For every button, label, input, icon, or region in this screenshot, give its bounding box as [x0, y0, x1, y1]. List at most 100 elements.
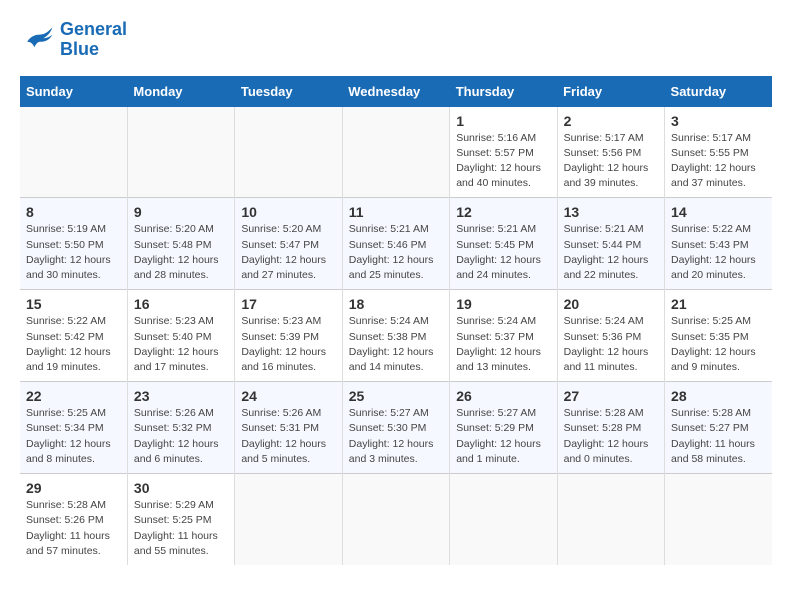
day-info: Sunrise: 5:24 AMSunset: 5:38 PMDaylight:… — [349, 314, 443, 375]
calendar-week-row: 22 Sunrise: 5:25 AMSunset: 5:34 PMDaylig… — [20, 382, 772, 474]
day-cell: 14 Sunrise: 5:22 AMSunset: 5:43 PMDaylig… — [665, 198, 772, 290]
day-number: 9 — [134, 204, 228, 220]
day-cell: 8 Sunrise: 5:19 AMSunset: 5:50 PMDayligh… — [20, 198, 127, 290]
calendar-week-row: 29 Sunrise: 5:28 AMSunset: 5:26 PMDaylig… — [20, 474, 772, 565]
calendar-table: SundayMondayTuesdayWednesdayThursdayFrid… — [20, 76, 772, 565]
empty-day-cell — [235, 474, 342, 565]
day-number: 8 — [26, 204, 121, 220]
day-info: Sunrise: 5:22 AMSunset: 5:42 PMDaylight:… — [26, 314, 121, 375]
day-info: Sunrise: 5:25 AMSunset: 5:35 PMDaylight:… — [671, 314, 766, 375]
logo-text: General Blue — [60, 20, 127, 60]
day-info: Sunrise: 5:21 AMSunset: 5:45 PMDaylight:… — [456, 222, 550, 283]
logo: General Blue — [20, 20, 127, 60]
day-info: Sunrise: 5:28 AMSunset: 5:27 PMDaylight:… — [671, 406, 766, 467]
day-number: 25 — [349, 388, 443, 404]
day-info: Sunrise: 5:28 AMSunset: 5:26 PMDaylight:… — [26, 498, 121, 559]
day-cell: 9 Sunrise: 5:20 AMSunset: 5:48 PMDayligh… — [127, 198, 234, 290]
weekday-header-monday: Monday — [127, 76, 234, 107]
day-cell: 26 Sunrise: 5:27 AMSunset: 5:29 PMDaylig… — [450, 382, 557, 474]
day-cell: 29 Sunrise: 5:28 AMSunset: 5:26 PMDaylig… — [20, 474, 127, 565]
day-number: 26 — [456, 388, 550, 404]
day-number: 10 — [241, 204, 335, 220]
day-number: 27 — [564, 388, 658, 404]
day-info: Sunrise: 5:28 AMSunset: 5:28 PMDaylight:… — [564, 406, 658, 467]
day-cell: 16 Sunrise: 5:23 AMSunset: 5:40 PMDaylig… — [127, 290, 234, 382]
day-info: Sunrise: 5:21 AMSunset: 5:44 PMDaylight:… — [564, 222, 658, 283]
day-info: Sunrise: 5:17 AMSunset: 5:56 PMDaylight:… — [564, 131, 658, 192]
weekday-header-sunday: Sunday — [20, 76, 127, 107]
day-number: 2 — [564, 113, 658, 129]
empty-day-cell — [342, 107, 449, 198]
day-cell: 27 Sunrise: 5:28 AMSunset: 5:28 PMDaylig… — [557, 382, 664, 474]
day-info: Sunrise: 5:24 AMSunset: 5:36 PMDaylight:… — [564, 314, 658, 375]
day-number: 18 — [349, 296, 443, 312]
weekday-header-wednesday: Wednesday — [342, 76, 449, 107]
day-cell: 19 Sunrise: 5:24 AMSunset: 5:37 PMDaylig… — [450, 290, 557, 382]
day-number: 29 — [26, 480, 121, 496]
day-info: Sunrise: 5:26 AMSunset: 5:32 PMDaylight:… — [134, 406, 228, 467]
day-cell: 15 Sunrise: 5:22 AMSunset: 5:42 PMDaylig… — [20, 290, 127, 382]
day-info: Sunrise: 5:20 AMSunset: 5:48 PMDaylight:… — [134, 222, 228, 283]
day-cell: 2 Sunrise: 5:17 AMSunset: 5:56 PMDayligh… — [557, 107, 664, 198]
day-cell: 12 Sunrise: 5:21 AMSunset: 5:45 PMDaylig… — [450, 198, 557, 290]
day-cell: 18 Sunrise: 5:24 AMSunset: 5:38 PMDaylig… — [342, 290, 449, 382]
calendar-week-row: 1 Sunrise: 5:16 AMSunset: 5:57 PMDayligh… — [20, 107, 772, 198]
day-cell: 30 Sunrise: 5:29 AMSunset: 5:25 PMDaylig… — [127, 474, 234, 565]
page-header: General Blue — [20, 20, 772, 60]
day-number: 28 — [671, 388, 766, 404]
day-info: Sunrise: 5:27 AMSunset: 5:30 PMDaylight:… — [349, 406, 443, 467]
day-number: 12 — [456, 204, 550, 220]
day-number: 19 — [456, 296, 550, 312]
day-number: 11 — [349, 204, 443, 220]
day-info: Sunrise: 5:16 AMSunset: 5:57 PMDaylight:… — [456, 131, 550, 192]
day-cell: 13 Sunrise: 5:21 AMSunset: 5:44 PMDaylig… — [557, 198, 664, 290]
day-cell: 21 Sunrise: 5:25 AMSunset: 5:35 PMDaylig… — [665, 290, 772, 382]
day-number: 15 — [26, 296, 121, 312]
day-cell: 17 Sunrise: 5:23 AMSunset: 5:39 PMDaylig… — [235, 290, 342, 382]
empty-day-cell — [127, 107, 234, 198]
day-info: Sunrise: 5:26 AMSunset: 5:31 PMDaylight:… — [241, 406, 335, 467]
day-info: Sunrise: 5:27 AMSunset: 5:29 PMDaylight:… — [456, 406, 550, 467]
day-info: Sunrise: 5:23 AMSunset: 5:40 PMDaylight:… — [134, 314, 228, 375]
logo-icon — [20, 22, 56, 58]
empty-day-cell — [20, 107, 127, 198]
day-number: 17 — [241, 296, 335, 312]
day-number: 21 — [671, 296, 766, 312]
day-number: 22 — [26, 388, 121, 404]
day-cell: 20 Sunrise: 5:24 AMSunset: 5:36 PMDaylig… — [557, 290, 664, 382]
day-cell: 11 Sunrise: 5:21 AMSunset: 5:46 PMDaylig… — [342, 198, 449, 290]
empty-day-cell — [557, 474, 664, 565]
day-number: 24 — [241, 388, 335, 404]
calendar-week-row: 8 Sunrise: 5:19 AMSunset: 5:50 PMDayligh… — [20, 198, 772, 290]
day-cell: 23 Sunrise: 5:26 AMSunset: 5:32 PMDaylig… — [127, 382, 234, 474]
day-info: Sunrise: 5:29 AMSunset: 5:25 PMDaylight:… — [134, 498, 228, 559]
day-cell: 24 Sunrise: 5:26 AMSunset: 5:31 PMDaylig… — [235, 382, 342, 474]
day-info: Sunrise: 5:23 AMSunset: 5:39 PMDaylight:… — [241, 314, 335, 375]
day-number: 3 — [671, 113, 766, 129]
day-info: Sunrise: 5:22 AMSunset: 5:43 PMDaylight:… — [671, 222, 766, 283]
day-number: 1 — [456, 113, 550, 129]
empty-day-cell — [235, 107, 342, 198]
day-info: Sunrise: 5:17 AMSunset: 5:55 PMDaylight:… — [671, 131, 766, 192]
day-cell: 28 Sunrise: 5:28 AMSunset: 5:27 PMDaylig… — [665, 382, 772, 474]
day-info: Sunrise: 5:21 AMSunset: 5:46 PMDaylight:… — [349, 222, 443, 283]
calendar-week-row: 15 Sunrise: 5:22 AMSunset: 5:42 PMDaylig… — [20, 290, 772, 382]
day-number: 20 — [564, 296, 658, 312]
empty-day-cell — [342, 474, 449, 565]
weekday-header-saturday: Saturday — [665, 76, 772, 107]
day-cell: 1 Sunrise: 5:16 AMSunset: 5:57 PMDayligh… — [450, 107, 557, 198]
empty-day-cell — [665, 474, 772, 565]
day-number: 13 — [564, 204, 658, 220]
day-number: 23 — [134, 388, 228, 404]
day-info: Sunrise: 5:20 AMSunset: 5:47 PMDaylight:… — [241, 222, 335, 283]
empty-day-cell — [450, 474, 557, 565]
day-info: Sunrise: 5:19 AMSunset: 5:50 PMDaylight:… — [26, 222, 121, 283]
day-cell: 22 Sunrise: 5:25 AMSunset: 5:34 PMDaylig… — [20, 382, 127, 474]
weekday-header-thursday: Thursday — [450, 76, 557, 107]
weekday-header-friday: Friday — [557, 76, 664, 107]
day-info: Sunrise: 5:24 AMSunset: 5:37 PMDaylight:… — [456, 314, 550, 375]
weekday-header-tuesday: Tuesday — [235, 76, 342, 107]
day-number: 30 — [134, 480, 228, 496]
day-info: Sunrise: 5:25 AMSunset: 5:34 PMDaylight:… — [26, 406, 121, 467]
day-cell: 10 Sunrise: 5:20 AMSunset: 5:47 PMDaylig… — [235, 198, 342, 290]
